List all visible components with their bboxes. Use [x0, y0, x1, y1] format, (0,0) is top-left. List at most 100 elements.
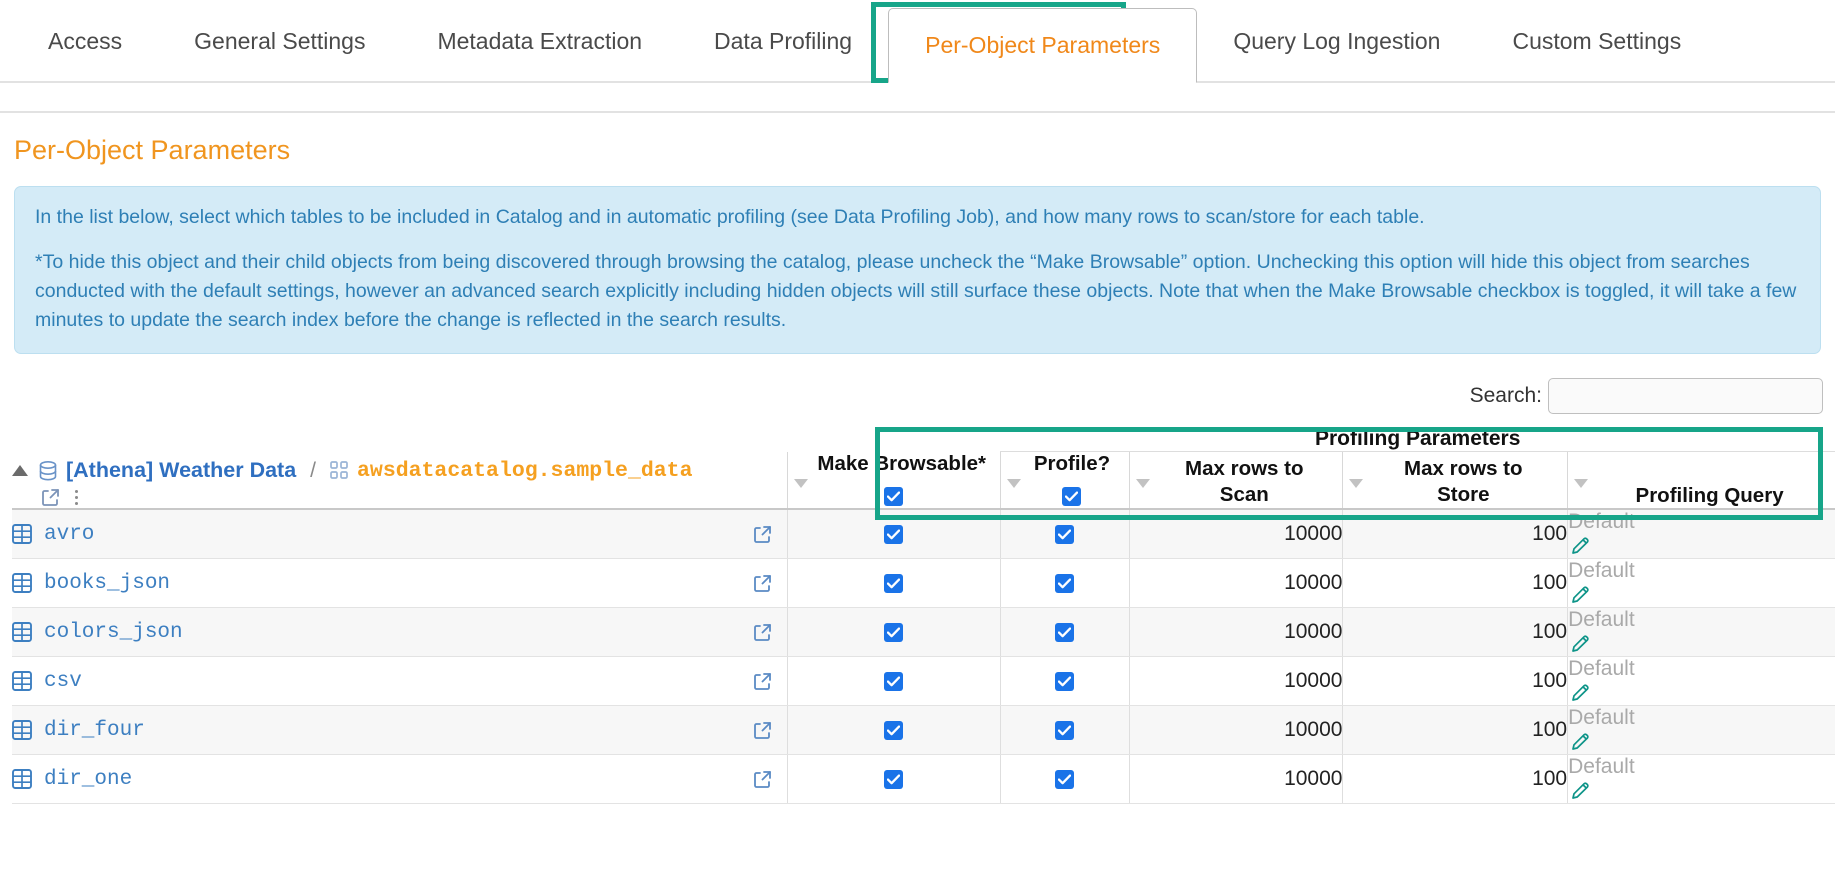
edit-profiling-query-icon[interactable] — [1568, 779, 1835, 803]
row-make-browsable-checkbox[interactable] — [884, 672, 904, 691]
table-row[interactable]: csv 10000 100 Default — [12, 656, 1835, 706]
row-profiling-query-value: Default — [1568, 657, 1635, 680]
tab-list: Access General Settings Metadata Extractio… — [0, 0, 1835, 83]
header-profile-checkbox[interactable] — [1062, 487, 1082, 506]
tab-access[interactable]: Access — [30, 0, 158, 83]
table-object-icon — [12, 622, 32, 642]
tab-metadata-extraction[interactable]: Metadata Extraction — [401, 0, 678, 83]
row-name-cell: dir_four — [12, 705, 787, 755]
search-input[interactable] — [1548, 378, 1823, 414]
row-max-rows-store[interactable]: 100 — [1342, 558, 1568, 608]
edit-profiling-query-icon[interactable] — [1568, 681, 1835, 705]
row-max-rows-scan[interactable]: 10000 — [1129, 705, 1343, 755]
row-max-rows-store[interactable]: 100 — [1342, 705, 1568, 755]
database-icon — [38, 460, 58, 482]
tab-general-settings[interactable]: General Settings — [158, 0, 401, 83]
row-max-rows-scan[interactable]: 10000 — [1129, 509, 1343, 559]
table-object-icon — [12, 573, 32, 593]
row-max-rows-store[interactable]: 100 — [1342, 656, 1568, 706]
row-make-browsable-cell — [786, 558, 1001, 608]
row-profiling-query-cell: Default — [1567, 607, 1835, 657]
tab-data-profiling[interactable]: Data Profiling — [678, 0, 888, 83]
open-in-new-tab-icon[interactable] — [752, 622, 773, 643]
tab-per-object-parameters[interactable]: Per-Object Parameters — [888, 8, 1198, 83]
table-name-link[interactable]: avro — [44, 523, 94, 546]
row-max-rows-scan[interactable]: 10000 — [1129, 607, 1343, 657]
header-max-rows-store-line2: Store — [1437, 483, 1490, 506]
row-make-browsable-checkbox[interactable] — [884, 770, 904, 789]
row-profiling-query-value: Default — [1568, 706, 1635, 729]
breadcrumb-schema-link[interactable]: awsdatacatalog.sample_data — [357, 459, 692, 483]
row-make-browsable-checkbox[interactable] — [884, 574, 904, 593]
table-name-link[interactable]: dir_one — [44, 768, 132, 791]
breadcrumb-database-link[interactable]: [Athena] Weather Data — [66, 458, 296, 483]
table-name-link[interactable]: colors_json — [44, 621, 183, 644]
header-make-browsable-label: Make Browsable* — [817, 452, 987, 475]
open-in-new-tab-icon[interactable] — [752, 671, 773, 692]
row-max-rows-store[interactable]: 100 — [1342, 754, 1568, 804]
row-profile-checkbox[interactable] — [1055, 623, 1075, 642]
row-name-cell: colors_json — [12, 607, 787, 657]
header-profile[interactable]: Profile? — [999, 451, 1130, 510]
edit-profiling-query-icon[interactable] — [1568, 632, 1835, 656]
header-max-rows-scan[interactable]: Max rows to Scan — [1129, 451, 1343, 510]
external-link-icon[interactable] — [40, 487, 61, 508]
table-object-icon — [12, 671, 32, 691]
open-in-new-tab-icon[interactable] — [752, 769, 773, 790]
table-row[interactable]: books_json 10000 100 Default — [12, 558, 1835, 608]
row-profile-checkbox[interactable] — [1055, 672, 1075, 691]
row-name-cell: csv — [12, 656, 787, 706]
table-row[interactable]: avro 10000 100 Default — [12, 509, 1835, 559]
open-in-new-tab-icon[interactable] — [752, 720, 773, 741]
row-max-rows-store[interactable]: 100 — [1342, 607, 1568, 657]
table-name-link[interactable]: books_json — [44, 572, 170, 595]
table-row[interactable]: dir_four 10000 100 Default — [12, 705, 1835, 755]
header-max-rows-store[interactable]: Max rows to Store — [1342, 451, 1568, 510]
row-max-rows-scan[interactable]: 10000 — [1129, 558, 1343, 608]
row-make-browsable-cell — [786, 656, 1001, 706]
row-profiling-query-cell: Default — [1567, 754, 1835, 804]
open-in-new-tab-icon[interactable] — [752, 573, 773, 594]
row-make-browsable-checkbox[interactable] — [884, 623, 904, 642]
row-make-browsable-checkbox[interactable] — [884, 525, 904, 544]
sort-caret-max-rows-store-icon[interactable] — [1349, 479, 1364, 488]
row-profile-checkbox[interactable] — [1055, 525, 1075, 544]
table-name-link[interactable]: dir_four — [44, 719, 145, 742]
sort-caret-profiling-query-icon[interactable] — [1574, 479, 1589, 488]
sort-ascending-icon[interactable] — [12, 465, 28, 476]
table-object-icon — [12, 769, 32, 789]
row-max-rows-scan[interactable]: 10000 — [1129, 656, 1343, 706]
row-make-browsable-checkbox[interactable] — [884, 721, 904, 740]
table-object-icon — [12, 524, 32, 544]
table-row[interactable]: colors_json 10000 100 Default — [12, 607, 1835, 657]
row-profiling-query-cell: Default — [1567, 558, 1835, 608]
group-header-profiling-parameters: Profiling Parameters — [1000, 427, 1835, 452]
row-name-cell: books_json — [12, 558, 787, 608]
table-row[interactable]: dir_one 10000 100 Default — [12, 754, 1835, 804]
sort-caret-make-browsable-icon[interactable] — [793, 479, 808, 488]
edit-profiling-query-icon[interactable] — [1568, 583, 1835, 607]
edit-profiling-query-icon[interactable] — [1568, 730, 1835, 754]
row-profile-checkbox[interactable] — [1055, 574, 1075, 593]
row-actions-menu-icon[interactable] — [75, 490, 78, 505]
edit-profiling-query-icon[interactable] — [1568, 534, 1835, 558]
settings-tab-bar: Access General Settings Metadata Extractio… — [0, 0, 1835, 83]
row-profile-checkbox[interactable] — [1055, 721, 1075, 740]
open-in-new-tab-icon[interactable] — [752, 524, 773, 545]
group-header-spacer-name — [12, 427, 787, 452]
row-max-rows-store[interactable]: 100 — [1342, 509, 1568, 559]
header-make-browsable[interactable]: Make Browsable* — [786, 451, 1001, 510]
table-name-link[interactable]: csv — [44, 670, 82, 693]
row-max-rows-scan[interactable]: 10000 — [1129, 754, 1343, 804]
sort-caret-max-rows-scan-icon[interactable] — [1136, 479, 1151, 488]
header-profiling-query[interactable]: Profiling Query — [1567, 451, 1835, 510]
row-profiling-query-value: Default — [1568, 559, 1635, 582]
tab-query-log-ingestion[interactable]: Query Log Ingestion — [1197, 0, 1476, 83]
row-profile-checkbox[interactable] — [1055, 770, 1075, 789]
group-header-spacer-browsable — [787, 427, 1000, 452]
info-banner: In the list below, select which tables t… — [14, 186, 1821, 354]
breadcrumb-separator: / — [310, 458, 317, 482]
sort-caret-profile-icon[interactable] — [1006, 479, 1021, 488]
tab-custom-settings[interactable]: Custom Settings — [1476, 0, 1717, 83]
header-make-browsable-checkbox[interactable] — [884, 487, 904, 506]
